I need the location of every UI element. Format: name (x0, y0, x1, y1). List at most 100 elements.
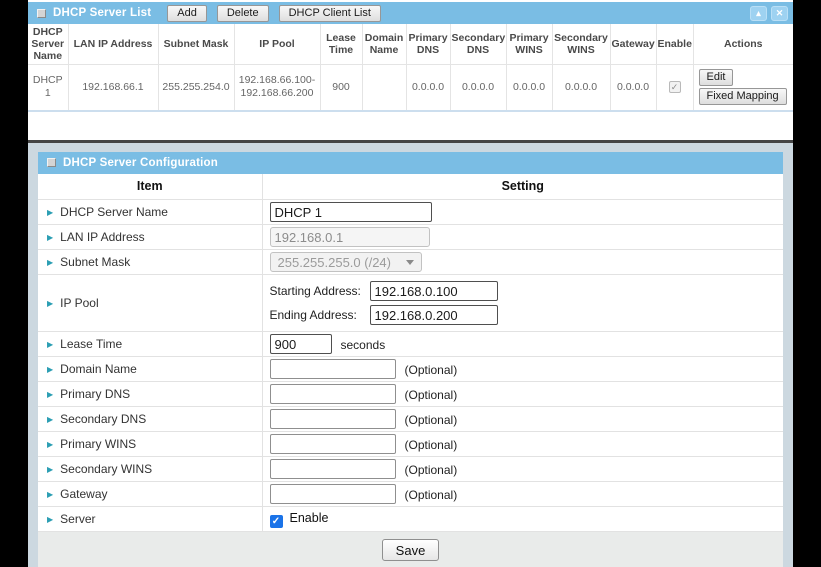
subnet-mask-value: 255.255.255.0 (/24) (278, 255, 391, 270)
arrow-icon: ▶ (47, 415, 53, 424)
panel-square-icon (47, 158, 56, 167)
config-header-row: Item Setting (38, 174, 783, 200)
edit-button[interactable]: Edit (699, 69, 734, 86)
ending-address-label: Ending Address: (270, 308, 370, 322)
subnet-mask-select: 255.255.255.0 (/24) (270, 252, 422, 272)
arrow-icon: ▶ (47, 465, 53, 474)
list-header-row: DHCP Server Name LAN IP Address Subnet M… (28, 24, 793, 65)
optional-hint: (Optional) (405, 463, 458, 477)
server-enable-checkbox[interactable]: ✓ (270, 515, 283, 528)
collapse-button[interactable]: ▴ (750, 6, 767, 21)
row-ip-pool: ▶ IP Pool Starting Address: Ending Addres… (38, 275, 783, 332)
ending-address-input[interactable] (370, 305, 498, 325)
col-primary-dns: Primary DNS (406, 24, 450, 65)
col-secondary-dns: Secondary DNS (450, 24, 506, 65)
col-lan-ip-address: LAN IP Address (68, 24, 158, 65)
dhcp-list-header-bar: DHCP Server List Add Delete DHCP Client … (28, 2, 793, 24)
field-label: Server (60, 512, 95, 526)
dhcp-config-panel: DHCP Server Configuration Item Setting ▶… (28, 143, 793, 567)
page-content: DHCP Server List Add Delete DHCP Client … (28, 0, 793, 567)
row-lan-ip-address: ▶LAN IP Address (38, 225, 783, 250)
field-label: Domain Name (60, 362, 137, 376)
arrow-icon: ▶ (47, 515, 53, 524)
col-actions: Actions (693, 24, 793, 65)
col-dhcp-server-name: DHCP Server Name (28, 24, 68, 65)
arrow-icon: ▶ (47, 299, 53, 308)
arrow-icon: ▶ (47, 490, 53, 499)
dhcp-config-title: DHCP Server Configuration (63, 157, 218, 169)
chevron-down-icon (406, 260, 414, 265)
close-icon: ✕ (776, 8, 784, 19)
cell-primary-wins: 0.0.0.0 (506, 65, 552, 111)
starting-address-input[interactable] (370, 281, 498, 301)
close-button[interactable]: ✕ (771, 6, 788, 21)
row-gateway: ▶Gateway (Optional) (38, 482, 783, 507)
cell-lease: 900 (320, 65, 362, 111)
cell-secondary-dns: 0.0.0.0 (450, 65, 506, 111)
dhcp-server-list-panel: DHCP Server List Add Delete DHCP Client … (28, 0, 793, 112)
arrow-icon: ▶ (47, 208, 53, 217)
add-button[interactable]: Add (167, 5, 207, 22)
cell-ip-pool: 192.168.66.100-192.168.66.200 (234, 65, 320, 111)
domain-name-input[interactable] (270, 359, 396, 379)
optional-hint: (Optional) (405, 363, 458, 377)
server-enable-label: Enable (290, 511, 329, 525)
row-lease-time: ▶Lease Time seconds (38, 332, 783, 357)
col-domain-name: Domain Name (362, 24, 406, 65)
panel-gap (28, 112, 793, 140)
arrow-icon: ▶ (47, 258, 53, 267)
cell-primary-dns: 0.0.0.0 (406, 65, 450, 111)
field-label: Primary WINS (60, 437, 136, 451)
row-domain-name: ▶ Domain Name (Optional) (38, 357, 783, 382)
field-label: Lease Time (60, 337, 122, 351)
secondary-dns-input[interactable] (270, 409, 396, 429)
optional-hint: (Optional) (405, 488, 458, 502)
primary-dns-input[interactable] (270, 384, 396, 404)
gateway-input[interactable] (270, 484, 396, 504)
field-label: DHCP Server Name (60, 205, 168, 219)
row-secondary-dns: ▶ Secondary DNS (Optional) (38, 407, 783, 432)
primary-wins-input[interactable] (270, 434, 396, 454)
arrow-icon: ▶ (47, 340, 53, 349)
cell-subnet: 255.255.254.0 (158, 65, 234, 111)
lan-ip-input (270, 227, 430, 247)
lease-time-input[interactable] (270, 334, 332, 354)
dhcp-config-table: Item Setting ▶ DHCP Server Name ▶LAN IP A… (38, 174, 783, 533)
field-label: Secondary DNS (60, 412, 146, 426)
dhcp-server-name-input[interactable] (270, 202, 432, 222)
setting-header: Setting (262, 174, 783, 200)
table-row: DHCP 1 192.168.66.1 255.255.254.0 192.16… (28, 65, 793, 111)
col-subnet-mask: Subnet Mask (158, 24, 234, 65)
field-label: IP Pool (60, 296, 98, 310)
cell-lan-ip: 192.168.66.1 (68, 65, 158, 111)
cell-server-name: DHCP 1 (28, 65, 68, 111)
col-gateway: Gateway (610, 24, 656, 65)
row-dhcp-server-name: ▶ DHCP Server Name (38, 200, 783, 225)
check-icon: ✓ (272, 516, 280, 527)
dhcp-client-list-button[interactable]: DHCP Client List (279, 5, 381, 22)
col-lease-time: Lease Time (320, 24, 362, 65)
optional-hint: (Optional) (405, 388, 458, 402)
optional-hint: (Optional) (405, 413, 458, 427)
check-icon: ✓ (671, 82, 679, 92)
cell-actions: Edit Fixed Mapping (693, 65, 793, 111)
item-header: Item (38, 174, 262, 200)
secondary-wins-input[interactable] (270, 459, 396, 479)
fixed-mapping-button[interactable]: Fixed Mapping (699, 88, 787, 105)
col-enable: Enable (656, 24, 693, 65)
delete-button[interactable]: Delete (217, 5, 269, 22)
save-button[interactable]: Save (382, 539, 440, 561)
row-primary-dns: ▶Primary DNS (Optional) (38, 382, 783, 407)
field-label: Primary DNS (60, 387, 130, 401)
arrow-icon: ▶ (47, 233, 53, 242)
row-enable-checkbox: ✓ (669, 81, 681, 93)
col-ip-pool: IP Pool (234, 24, 320, 65)
row-server: ▶ Server ✓ Enable (38, 507, 783, 532)
arrow-icon: ▶ (47, 440, 53, 449)
row-subnet-mask: ▶ Subnet Mask 255.255.255.0 (/24) (38, 250, 783, 275)
col-secondary-wins: Secondary WINS (552, 24, 610, 65)
field-label: Subnet Mask (60, 255, 130, 269)
starting-address-label: Starting Address: (270, 284, 370, 298)
collapse-icon: ▴ (756, 8, 761, 19)
arrow-icon: ▶ (47, 365, 53, 374)
